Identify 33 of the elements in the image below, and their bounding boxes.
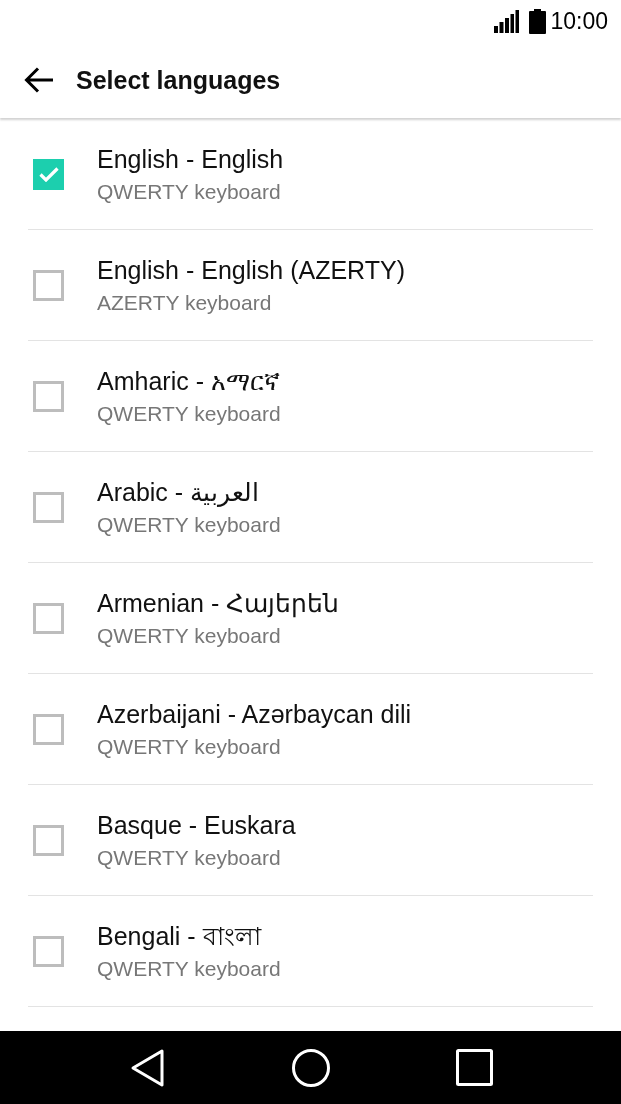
checkbox[interactable] bbox=[33, 270, 64, 301]
checkbox[interactable] bbox=[33, 159, 64, 190]
checkbox[interactable] bbox=[33, 825, 64, 856]
checkbox[interactable] bbox=[33, 936, 64, 967]
language-name: Basque - Euskara bbox=[97, 809, 296, 840]
language-name: Bengali - বাংলা bbox=[97, 920, 263, 951]
language-name: English - English bbox=[97, 143, 284, 174]
checkbox[interactable] bbox=[33, 492, 64, 523]
checkbox[interactable] bbox=[33, 603, 64, 634]
language-name: Armenian - Հայերեն bbox=[97, 587, 340, 618]
back-triangle-icon bbox=[129, 1047, 165, 1088]
language-name: Arabic - العربية bbox=[97, 476, 261, 507]
signal-icon bbox=[494, 10, 520, 33]
battery-icon bbox=[529, 8, 547, 34]
recents-square-icon bbox=[455, 1049, 493, 1086]
keyboard-layout: QWERTY keyboard bbox=[97, 955, 281, 982]
clock-time: 10:00 bbox=[550, 8, 608, 34]
screen-title: Select languages bbox=[76, 65, 281, 95]
language-name: English - English (AZERTY) bbox=[97, 254, 405, 285]
keyboard-layout: QWERTY keyboard bbox=[97, 733, 282, 760]
home-circle-icon bbox=[291, 1048, 330, 1087]
keyboard-layout: QWERTY keyboard bbox=[97, 511, 281, 538]
keyboard-layout: AZERTY keyboard bbox=[97, 289, 273, 316]
back-arrow-icon bbox=[24, 67, 54, 93]
language-name: Azerbaijani - Azərbaycan dili bbox=[97, 698, 412, 729]
keyboard-layout: QWERTY keyboard bbox=[97, 622, 282, 649]
checkbox[interactable] bbox=[33, 381, 64, 412]
check-icon bbox=[38, 167, 59, 182]
keyboard-layout: QWERTY keyboard bbox=[97, 400, 281, 427]
keyboard-layout: QWERTY keyboard bbox=[97, 178, 282, 205]
keyboard-layout: QWERTY keyboard bbox=[97, 844, 282, 871]
language-name: Amharic - አማርኛ bbox=[97, 365, 281, 396]
checkbox[interactable] bbox=[33, 714, 64, 745]
